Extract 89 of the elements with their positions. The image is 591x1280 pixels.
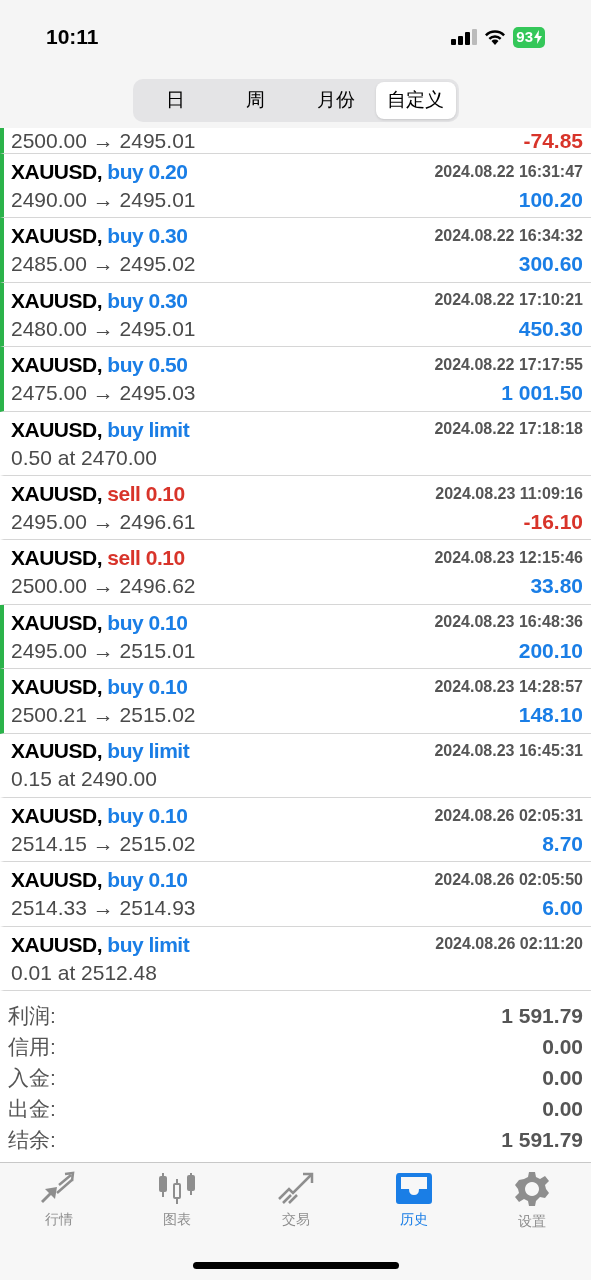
history-row[interactable]: XAUUSD, buy 0.10 2024.08.23 14:28:57 2500.21 → 2515.02 148.10 bbox=[0, 669, 591, 734]
history-row[interactable]: XAUUSD, buy limit 2024.08.22 17:18:18 0.50 at 2470.00 bbox=[0, 411, 591, 476]
history-row[interactable]: XAUUSD, buy limit 2024.08.23 16:45:31 0.15 at 2490.00 bbox=[0, 733, 591, 798]
battery-level: 93 bbox=[516, 26, 533, 47]
order-profit: 300.60 bbox=[518, 251, 583, 278]
order-title: XAUUSD, buy 0.30 bbox=[11, 223, 188, 250]
order-title: XAUUSD, buy 0.20 bbox=[11, 158, 188, 185]
period-tab[interactable]: 周 bbox=[215, 82, 296, 119]
history-row[interactable]: XAUUSD, buy 0.30 2024.08.22 16:34:32 2485.00 → 2495.02 300.60 bbox=[0, 218, 591, 283]
order-profit: 100.20 bbox=[518, 186, 583, 213]
order-detail: 2500.00 → 2495.01 bbox=[11, 127, 196, 154]
order-profit: -16.10 bbox=[523, 508, 583, 535]
wifi-icon bbox=[484, 29, 507, 45]
order-time: 2024.08.23 11:09:16 bbox=[435, 483, 583, 504]
order-profit: 33.80 bbox=[530, 573, 583, 600]
history-row[interactable]: XAUUSD, buy 0.20 2024.08.22 16:31:47 2490.00 → 2495.01 100.20 bbox=[0, 154, 591, 219]
history-row[interactable]: 2500.00 → 2495.01 -74.85 bbox=[0, 128, 591, 154]
order-title: XAUUSD, buy 0.50 bbox=[11, 352, 188, 379]
history-row[interactable]: XAUUSD, sell 0.10 2024.08.23 11:09:16 2495.00 → 2496.61 -16.10 bbox=[0, 475, 591, 541]
signal-icon bbox=[451, 29, 478, 45]
candlestick-icon bbox=[158, 1171, 197, 1206]
tab-bar-item[interactable]: 历史 bbox=[354, 1171, 473, 1244]
order-detail: 2514.33 → 2514.93 bbox=[11, 895, 196, 922]
summary-label: 入金: bbox=[8, 1064, 56, 1091]
order-profit: -74.85 bbox=[523, 127, 583, 154]
history-row[interactable]: XAUUSD, buy 0.10 2024.08.26 02:05:50 2514.33 → 2514.93 6.00 bbox=[0, 862, 591, 927]
order-detail: 2490.00 → 2495.01 bbox=[11, 186, 196, 213]
order-profit: 8.70 bbox=[542, 830, 583, 857]
order-title: XAUUSD, buy 0.10 bbox=[11, 802, 188, 829]
history-row[interactable]: XAUUSD, buy 0.50 2024.08.22 17:17:55 2475.00 → 2495.03 1 001.50 bbox=[0, 347, 591, 412]
order-title: XAUUSD, buy 0.10 bbox=[11, 674, 188, 701]
history-row[interactable]: XAUUSD, buy 0.10 2024.08.26 02:05:31 2514.15 → 2515.02 8.70 bbox=[0, 797, 591, 863]
summary-value: 0.00 bbox=[542, 1064, 583, 1091]
order-title: XAUUSD, sell 0.10 bbox=[11, 480, 185, 507]
order-time: 2024.08.23 12:15:46 bbox=[434, 548, 583, 569]
history-row[interactable]: XAUUSD, sell 0.10 2024.08.23 12:15:46 2500.00 → 2496.62 33.80 bbox=[0, 540, 591, 605]
order-profit: 450.30 bbox=[518, 315, 583, 342]
order-detail: 2500.21 → 2515.02 bbox=[11, 702, 196, 729]
status-time: 10:11 bbox=[46, 24, 99, 51]
order-profit: 1 001.50 bbox=[501, 380, 583, 407]
summary-value: 0.00 bbox=[542, 1033, 583, 1060]
order-time: 2024.08.23 16:48:36 bbox=[434, 612, 583, 633]
order-detail: 2514.15 → 2515.02 bbox=[11, 830, 196, 857]
order-detail: 2495.00 → 2496.61 bbox=[11, 508, 196, 535]
settings-icon bbox=[513, 1171, 550, 1208]
order-detail: 0.15 at 2490.00 bbox=[11, 766, 157, 793]
order-profit: 200.10 bbox=[518, 637, 583, 664]
summary-label: 利润: bbox=[8, 1002, 56, 1029]
order-profit: 148.10 bbox=[518, 702, 583, 729]
history-row[interactable]: XAUUSD, buy 0.30 2024.08.22 17:10:21 2480.00 → 2495.01 450.30 bbox=[0, 282, 591, 348]
order-detail: 2480.00 → 2495.01 bbox=[11, 315, 196, 342]
order-time: 2024.08.22 16:34:32 bbox=[434, 226, 583, 247]
charging-icon bbox=[534, 30, 542, 44]
trend-arrow-icon bbox=[276, 1171, 315, 1206]
order-time: 2024.08.22 16:31:47 bbox=[434, 161, 583, 182]
order-detail: 0.01 at 2512.48 bbox=[11, 959, 157, 986]
order-detail: 2495.00 → 2515.01 bbox=[11, 637, 196, 664]
order-detail: 2485.00 → 2495.02 bbox=[11, 251, 196, 278]
order-profit: 6.00 bbox=[542, 895, 583, 922]
order-time: 2024.08.22 17:10:21 bbox=[434, 290, 583, 311]
order-time: 2024.08.22 17:17:55 bbox=[434, 354, 583, 375]
summary-value: 0.00 bbox=[542, 1095, 583, 1122]
order-detail: 2475.00 → 2495.03 bbox=[11, 380, 196, 407]
summary-label: 结余: bbox=[8, 1126, 56, 1153]
order-title: XAUUSD, buy 0.30 bbox=[11, 287, 188, 314]
order-detail: 2500.00 → 2496.62 bbox=[11, 573, 196, 600]
history-row[interactable]: XAUUSD, buy 0.10 2024.08.23 16:48:36 2495.00 → 2515.01 200.10 bbox=[0, 604, 591, 670]
order-title: XAUUSD, buy limit bbox=[11, 931, 190, 958]
order-title: XAUUSD, sell 0.10 bbox=[11, 545, 185, 572]
summary-value: 1 591.79 bbox=[501, 1126, 583, 1153]
order-time: 2024.08.26 02:05:50 bbox=[434, 870, 583, 890]
summary-label: 出金: bbox=[8, 1095, 56, 1122]
order-title: XAUUSD, buy limit bbox=[11, 738, 190, 765]
order-title: XAUUSD, buy limit bbox=[11, 416, 190, 443]
order-time: 2024.08.26 02:05:31 bbox=[434, 805, 583, 826]
order-time: 2024.08.23 16:45:31 bbox=[434, 741, 583, 762]
inbox-icon bbox=[394, 1171, 433, 1206]
order-time: 2024.08.26 02:11:20 bbox=[435, 934, 583, 955]
period-tab[interactable]: 自定义 bbox=[375, 82, 456, 119]
order-title: XAUUSD, buy 0.10 bbox=[11, 867, 188, 894]
summary-value: 1 591.79 bbox=[501, 1002, 583, 1029]
order-time: 2024.08.23 14:28:57 bbox=[434, 676, 583, 697]
order-time: 2024.08.22 17:18:18 bbox=[434, 419, 583, 440]
history-row[interactable]: XAUUSD, buy limit 2024.08.26 02:11:20 0.01 at 2512.48 bbox=[0, 926, 591, 992]
period-tab[interactable]: 日 bbox=[135, 82, 216, 119]
period-tab[interactable]: 月份 bbox=[295, 82, 376, 119]
order-title: XAUUSD, buy 0.10 bbox=[11, 609, 188, 636]
order-detail: 0.50 at 2470.00 bbox=[11, 444, 157, 471]
summary-label: 信用: bbox=[8, 1033, 56, 1060]
